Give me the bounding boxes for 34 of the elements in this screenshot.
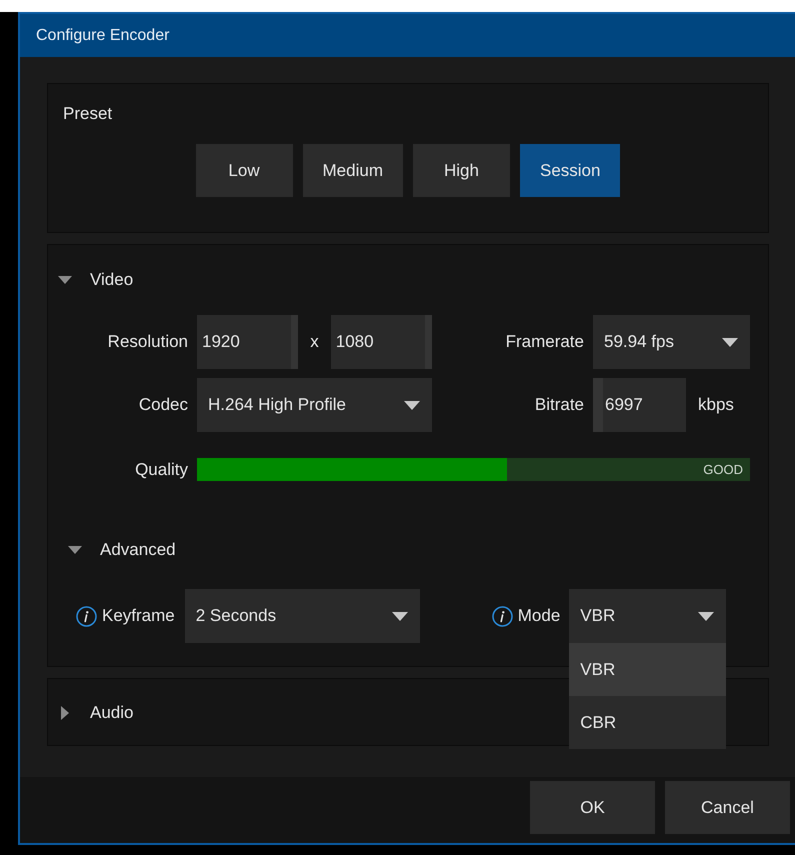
bitrate-field[interactable]: 6997: [593, 378, 686, 432]
info-icon[interactable]: [76, 606, 97, 626]
section-title: Advanced: [100, 540, 176, 560]
quality-reading: GOOD: [703, 462, 744, 477]
field-label: Mode: [518, 606, 560, 626]
preset-button[interactable]: Medium: [302, 144, 403, 197]
section-title: Audio: [90, 703, 134, 723]
preset-button[interactable]: Low: [196, 144, 293, 197]
unit-label: kbps: [698, 395, 734, 415]
codec-select[interactable]: H.264 High Profile: [197, 378, 432, 432]
preset-button[interactable]: High: [412, 144, 510, 197]
dropdown-option[interactable]: VBR: [569, 643, 726, 696]
field-label: Resolution: [108, 332, 188, 352]
caret-icon: [722, 338, 738, 346]
info-icon[interactable]: [492, 606, 513, 626]
width-field[interactable]: 1920: [197, 315, 298, 369]
caret-icon: [404, 400, 420, 410]
section-title: Video: [90, 270, 134, 290]
framerate-select[interactable]: 59.94 fps: [593, 315, 750, 369]
field-label: Keyframe: [102, 606, 175, 626]
dialog-button[interactable]: Cancel: [665, 781, 790, 834]
field-label: Bitrate: [534, 395, 584, 415]
height-field[interactable]: 1080: [330, 315, 432, 369]
keyframe-select[interactable]: 2 Seconds: [184, 589, 420, 643]
field-label: Framerate: [506, 332, 584, 352]
caret-icon: [392, 612, 408, 620]
window-title: Configure Encoder: [20, 14, 795, 57]
preset-button[interactable]: Session: [520, 144, 620, 197]
field-label: Codec: [138, 395, 188, 415]
separator-label: x: [310, 332, 319, 352]
preset-label: Preset: [63, 104, 114, 124]
field-label: Quality: [135, 460, 188, 480]
caret-icon: [698, 612, 714, 620]
dialog-button[interactable]: OK: [530, 781, 655, 834]
